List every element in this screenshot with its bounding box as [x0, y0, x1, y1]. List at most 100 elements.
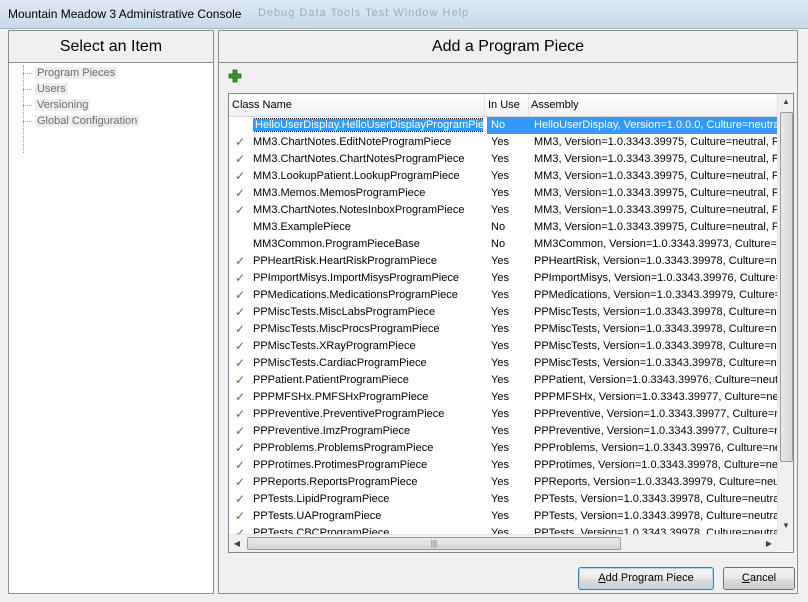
assembly-cell: PPPatient, Version=1.0.3343.39976, Cultu… [534, 374, 777, 386]
class-name-text: MM3.LookupPatient.LookupProgramPiece [253, 170, 460, 182]
table-row[interactable]: ✓ MM3.ChartNotes.ChartNotesProgramPiece Ye… [229, 151, 777, 168]
checkmark-icon: ✓ [235, 526, 246, 534]
checkmark-icon: ✓ [235, 203, 246, 217]
class-name-cell: MM3.ChartNotes.ChartNotesProgramPiece [253, 151, 483, 168]
in-use-cell: Yes [491, 391, 509, 403]
class-name-text: PPMiscTests.CardiacProgramPiece [253, 357, 427, 369]
in-use-cell: Yes [491, 527, 509, 534]
table-row[interactable]: ✓ PPImportMisys.ImportMisysProgramPiece Ye… [229, 270, 777, 287]
in-use-cell: Yes [491, 374, 509, 386]
table-row[interactable]: ✓ PPProblems.ProblemsProgramPiece Yes PPPro… [229, 440, 777, 457]
table-row[interactable]: ✓ PPPreventive.ImzProgramPiece Yes PPPreven… [229, 423, 777, 440]
assembly-cell: PPMiscTests, Version=1.0.3343.39978, Cul… [534, 323, 777, 335]
checkmark-icon: ✓ [235, 509, 246, 523]
table-row[interactable]: ✓ PPMiscTests.CardiacProgramPiece Yes PPMis… [229, 355, 777, 372]
class-name-text: PPMiscTests.MiscLabsProgramPiece [253, 306, 436, 318]
assembly-cell: PPProblems, Version=1.0.3343.39976, Cult… [534, 442, 777, 454]
tree-item-label: Versioning [35, 99, 91, 111]
class-name-cell: PPHeartRisk.HeartRiskProgramPiece [253, 253, 483, 270]
table-row[interactable]: ✓ PPReports.ReportsProgramPiece Yes PPRepor… [229, 474, 777, 491]
assembly-cell: PPMiscTests, Version=1.0.3343.39978, Cul… [534, 340, 777, 352]
scroll-down-arrow-icon[interactable]: ▼ [778, 518, 793, 534]
table-row[interactable]: ✓ MM3.ChartNotes.NotesInboxProgramPiece Ye… [229, 202, 777, 219]
assembly-cell: MM3, Version=1.0.3343.39975, Culture=neu… [534, 170, 777, 182]
scroll-up-arrow-icon[interactable]: ▲ [778, 94, 793, 110]
in-use-cell: Yes [491, 476, 509, 488]
class-name-text: HelloUserDisplay.HelloUserDisplayProgram… [253, 118, 483, 132]
class-name-text: MM3.ExamplePiece [253, 221, 351, 233]
cancel-button[interactable]: Cancel [723, 567, 795, 590]
add-program-piece-button[interactable]: Add Program Piece [578, 567, 714, 590]
table-row[interactable]: ✓ PPMiscTests.MiscLabsProgramPiece Yes PPMi… [229, 304, 777, 321]
class-name-text: PPReports.ReportsProgramPiece [253, 476, 418, 488]
class-name-text: PPImportMisys.ImportMisysProgramPiece [253, 272, 459, 284]
table-row[interactable]: ✓ PPTests.LipidProgramPiece Yes PPTests, Ve… [229, 491, 777, 508]
table-row[interactable]: MM3.ExamplePiece No MM3, Version=1.0.3343.… [229, 219, 777, 236]
class-name-text: PPMedications.MedicationsProgramPiece [253, 289, 458, 301]
column-in-use[interactable]: In Use [485, 94, 529, 116]
class-name-text: PPProtimes.ProtimesProgramPiece [253, 459, 428, 471]
checkmark-icon: ✓ [235, 356, 246, 370]
horizontal-scrollbar[interactable]: ◀ ||| ▶ [229, 534, 777, 552]
in-use-cell: Yes [491, 187, 509, 199]
class-name-cell: PPTests.LipidProgramPiece [253, 491, 483, 508]
checkmark-icon: ✓ [235, 169, 246, 183]
assembly-cell: MM3, Version=1.0.3343.39975, Culture=neu… [534, 136, 777, 148]
class-name-cell: PPPreventive.PreventiveProgramPiece [253, 406, 483, 423]
vertical-scrollbar[interactable]: ▲ ▼ [777, 94, 793, 534]
program-piece-list[interactable]: Class Name In Use Assembly HelloUserDisp… [228, 93, 794, 553]
tree-item-global-configuration[interactable]: Global Configuration [23, 113, 140, 129]
class-name-cell: MM3.ChartNotes.EditNoteProgramPiece [253, 134, 483, 151]
class-name-cell: MM3.LookupPatient.LookupProgramPiece [253, 168, 483, 185]
assembly-cell: PPTests, Version=1.0.3343.39978, Culture… [534, 527, 777, 534]
add-program-piece-header: Add a Program Piece [219, 31, 797, 63]
table-row[interactable]: HelloUserDisplay.HelloUserDisplayProgram… [229, 117, 777, 134]
admin-console-window: Mountain Meadow 3 Administrative Console… [0, 0, 808, 602]
horizontal-scroll-thumb[interactable]: ||| [247, 537, 621, 550]
tree-item-program-pieces[interactable]: Program Pieces [23, 65, 139, 81]
tree-item-users[interactable]: Users [23, 81, 139, 97]
table-row[interactable]: ✓ PPProtimes.ProtimesProgramPiece Yes PPPro… [229, 457, 777, 474]
checkmark-icon: ✓ [235, 152, 246, 166]
vertical-scroll-thumb[interactable] [780, 112, 793, 462]
assembly-cell: PPPreventive, Version=1.0.3343.39977, Cu… [534, 425, 777, 437]
assembly-cell: PPReports, Version=1.0.3343.39979, Cultu… [534, 476, 777, 488]
table-row[interactable]: ✓ PPPMFSHx.PMFSHxProgramPiece Yes PPPMFSHx,… [229, 389, 777, 406]
scroll-right-arrow-icon[interactable]: ▶ [761, 535, 777, 552]
column-assembly[interactable]: Assembly [528, 94, 777, 116]
tree-item-label: Program Pieces [35, 67, 118, 79]
add-button-mnemonic: A [598, 572, 606, 584]
item-tree: Program Pieces Users Versioning Global C… [23, 65, 140, 129]
green-plus-icon[interactable] [228, 69, 242, 83]
assembly-cell: PPProtimes, Version=1.0.3343.39978, Cult… [534, 459, 777, 471]
table-row[interactable]: ✓ PPMedications.MedicationsProgramPiece Ye… [229, 287, 777, 304]
in-use-cell: Yes [491, 136, 509, 148]
class-name-cell: PPMiscTests.MiscProcsProgramPiece [253, 321, 483, 338]
checkmark-icon [235, 117, 249, 134]
table-row[interactable]: MM3Common.ProgramPieceBase No MM3Common, V… [229, 236, 777, 253]
in-use-cell: Yes [491, 459, 509, 471]
checkmark-icon: ✓ [235, 441, 246, 455]
table-row[interactable]: ✓ MM3.LookupPatient.LookupProgramPiece Yes… [229, 168, 777, 185]
table-row[interactable]: ✓ PPTests.UAProgramPiece Yes PPTests, Versi… [229, 508, 777, 525]
checkmark-icon: ✓ [235, 424, 246, 438]
column-class-name[interactable]: Class Name [229, 94, 485, 116]
scroll-left-arrow-icon[interactable]: ◀ [229, 535, 245, 552]
in-use-cell: Yes [491, 204, 509, 216]
class-name-text: PPProblems.ProblemsProgramPiece [253, 442, 434, 454]
tree-item-versioning[interactable]: Versioning [23, 97, 139, 113]
class-name-text: MM3.Memos.MemosProgramPiece [253, 187, 426, 199]
table-row[interactable]: ✓ PPTests.CBCProgramPiece Yes PPTests, Vers… [229, 525, 777, 534]
table-row[interactable]: ✓ PPPreventive.PreventiveProgramPiece Yes P… [229, 406, 777, 423]
checkmark-icon: ✓ [235, 373, 246, 387]
table-row[interactable]: ✓ MM3.ChartNotes.EditNoteProgramPiece Yes M… [229, 134, 777, 151]
checkmark-icon: ✓ [235, 271, 246, 285]
checkmark-icon: ✓ [235, 135, 246, 149]
table-row[interactable]: ✓ PPPatient.PatientProgramPiece Yes PPPatie… [229, 372, 777, 389]
select-item-header: Select an Item [9, 31, 213, 63]
table-row[interactable]: ✓ PPMiscTests.MiscProcsProgramPiece Yes PPM… [229, 321, 777, 338]
table-row[interactable]: ✓ MM3.Memos.MemosProgramPiece Yes MM3, Vers… [229, 185, 777, 202]
tree-item-label: Global Configuration [35, 115, 140, 127]
table-row[interactable]: ✓ PPMiscTests.XRayProgramPiece Yes PPMiscTe… [229, 338, 777, 355]
table-row[interactable]: ✓ PPHeartRisk.HeartRiskProgramPiece Yes PPH… [229, 253, 777, 270]
